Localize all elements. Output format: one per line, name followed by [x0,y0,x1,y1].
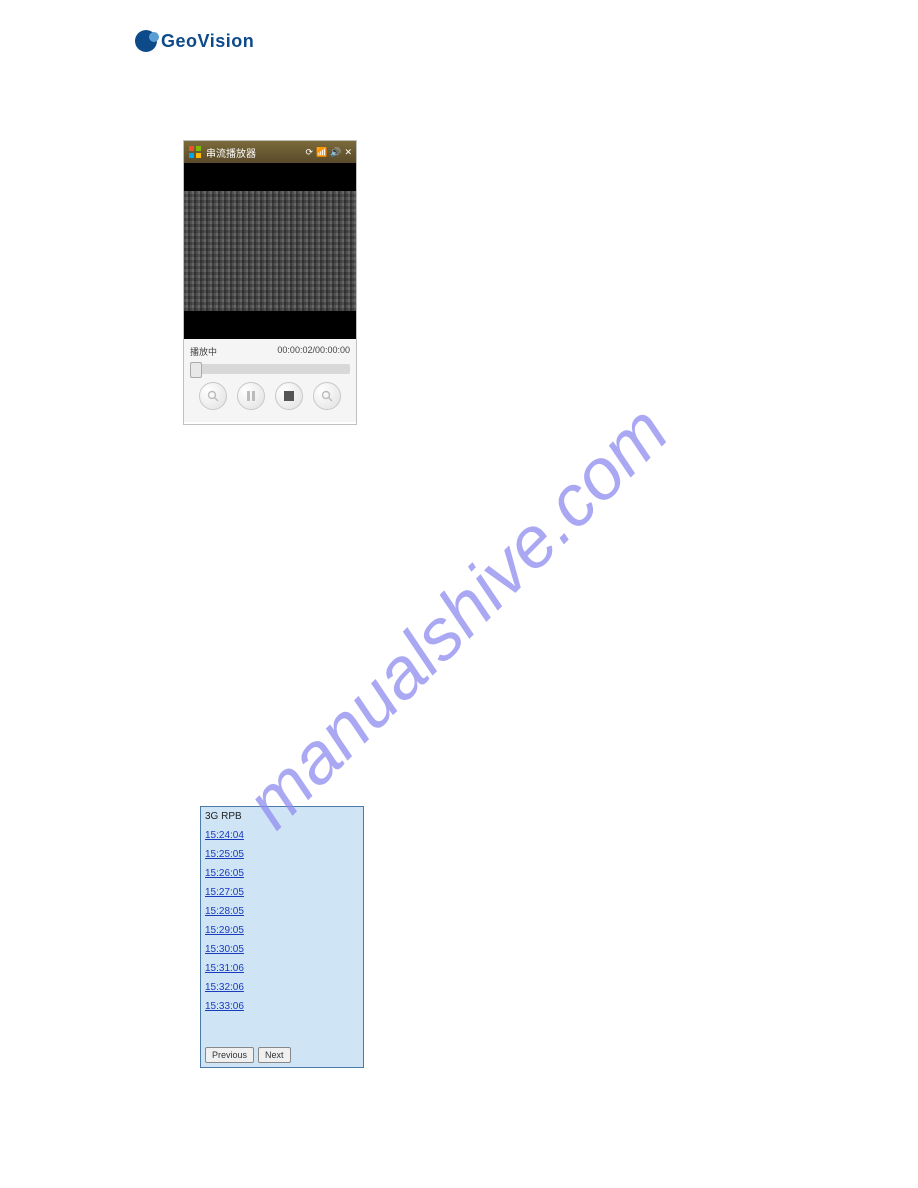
player-controls: 播放中 00:00:02/00:00:00 [184,339,356,422]
player-titlebar: 串流播放器 ⟳ 📶 🔊 ✕ [184,141,356,163]
logo-text: GeoVision [161,31,254,52]
next-button[interactable]: Next [258,1047,291,1063]
rpb-item[interactable]: 15:29:05 [205,919,359,938]
zoom-in-button[interactable] [313,382,341,410]
video-content-parking-lot [184,191,356,311]
rpb-panel: 3G RPB 15:24:04 15:25:05 15:26:05 15:27:… [200,806,364,1068]
video-frame [184,163,356,339]
close-icon[interactable]: ✕ [344,147,352,158]
rpb-item[interactable]: 15:32:06 [205,976,359,995]
watermark-text: manualshive.com [231,391,684,844]
windows-start-icon[interactable] [188,145,202,159]
playback-status: 播放中 [190,345,217,358]
pause-icon [246,391,256,401]
magnifier-plus-icon [321,390,333,402]
rpb-item[interactable]: 15:27:05 [205,881,359,900]
stop-icon [284,391,294,401]
volume-icon[interactable]: 🔊 [330,147,341,158]
stop-button[interactable] [275,382,303,410]
brand-logo: GeoVision [135,30,254,52]
magnifier-minus-icon [207,390,219,402]
previous-button[interactable]: Previous [205,1047,254,1063]
rpb-item[interactable]: 15:28:05 [205,900,359,919]
sync-icon: ⟳ [305,147,313,158]
playback-time: 00:00:02/00:00:00 [277,345,350,358]
rpb-item[interactable]: 15:33:06 [205,995,359,1014]
logo-icon [135,30,157,52]
rpb-item[interactable]: 15:24:04 [205,824,359,843]
rpb-item[interactable]: 15:31:06 [205,957,359,976]
zoom-out-button[interactable] [199,382,227,410]
rpb-item[interactable]: 15:30:05 [205,938,359,957]
rpb-item[interactable]: 15:25:05 [205,843,359,862]
media-player-window: 串流播放器 ⟳ 📶 🔊 ✕ 播放中 00:00:02/00:00:00 [183,140,357,425]
rpb-item[interactable]: 15:26:05 [205,862,359,881]
player-title: 串流播放器 [206,145,305,160]
pause-button[interactable] [237,382,265,410]
rpb-title: 3G RPB [201,807,363,824]
rpb-list: 15:24:04 15:25:05 15:26:05 15:27:05 15:2… [201,824,363,1043]
signal-icon: 📶 [316,147,327,158]
seek-slider[interactable] [190,364,350,374]
